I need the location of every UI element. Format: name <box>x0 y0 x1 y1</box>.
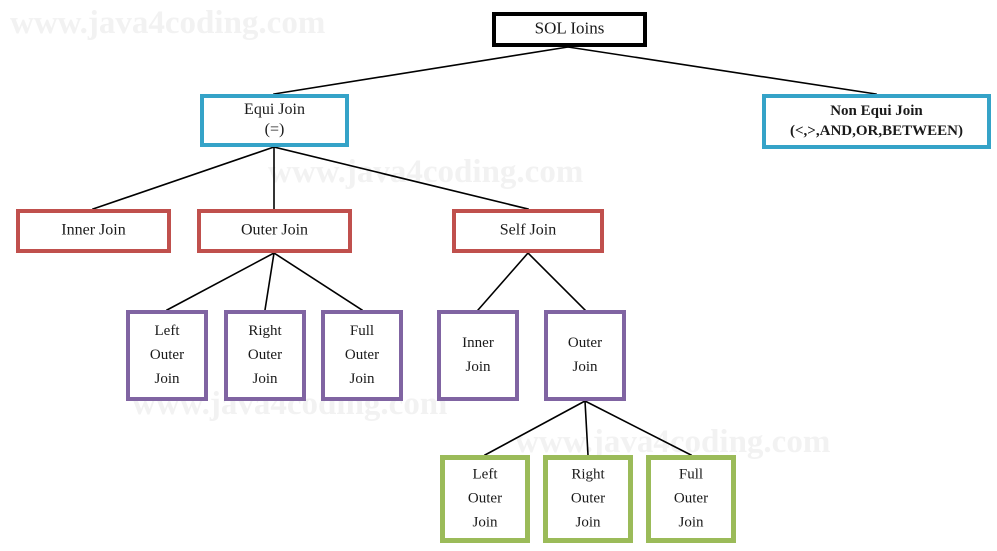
node-label-self-outer-full-outer-join: Full <box>679 466 703 482</box>
node-box-self-inner-join <box>437 310 519 401</box>
node-label-outer-full-outer-join: Outer <box>345 347 379 363</box>
node-label-self-outer-left-outer-join: Outer <box>468 490 502 506</box>
node-sql-joins: SOL Ioins <box>492 12 647 47</box>
node-self-outer-right-outer-join: Right Outer Join <box>543 455 633 543</box>
node-label-outer-left-outer-join: Left <box>155 323 181 339</box>
node-label-self-outer-join: Join <box>572 359 598 375</box>
node-outer-full-outer-join: Full Outer Join <box>321 310 403 401</box>
node-label-outer-right-outer-join: Right <box>248 323 282 339</box>
node-label-outer-full-outer-join: Join <box>349 371 375 387</box>
connector-sql-joins-to-equi-join <box>273 46 569 95</box>
node-label-equi-join: (=) <box>265 121 285 138</box>
node-self-inner-join: Inner Join <box>437 310 519 401</box>
node-label-self-outer-right-outer-join: Join <box>575 514 601 530</box>
diagram-canvas: www.java4coding.comwww.java4coding.comww… <box>10 5 991 543</box>
node-label-self-outer-right-outer-join: Outer <box>571 490 605 506</box>
node-inner-join: Inner Join <box>16 209 171 253</box>
node-label-self-outer-right-outer-join: Right <box>571 466 605 482</box>
node-label-outer-join: Outer Join <box>241 222 308 239</box>
sql-joins-diagram: www.java4coding.com www.java4coding.com ww… <box>0 0 997 551</box>
node-label-sql-joins: SOL Ioins <box>535 18 605 37</box>
connector-self-join-to-self-outer-join <box>526 251 587 312</box>
node-self-outer-left-outer-join: Left Outer Join <box>440 455 530 543</box>
node-label-outer-right-outer-join: Join <box>252 371 278 387</box>
node-outer-left-outer-join: Left Outer Join <box>126 310 208 401</box>
node-label-self-outer-left-outer-join: Join <box>472 514 498 530</box>
node-outer-join: Outer Join <box>197 209 352 253</box>
node-label-outer-left-outer-join: Join <box>154 371 180 387</box>
node-label-outer-full-outer-join: Full <box>350 323 374 339</box>
watermark-text: www.java4coding.com <box>515 424 830 460</box>
node-label-self-join: Self Join <box>500 222 556 239</box>
node-label-outer-left-outer-join: Outer <box>150 347 184 363</box>
connector-outer-join-to-outer-full-outer-join <box>272 251 364 312</box>
node-label-self-outer-join: Outer <box>568 335 602 351</box>
connector-outer-join-to-outer-left-outer-join <box>165 251 276 312</box>
node-label-self-inner-join: Join <box>465 359 491 375</box>
node-label-equi-join: Equi Join <box>244 101 305 118</box>
node-label-self-outer-left-outer-join: Left <box>473 466 499 482</box>
node-label-self-inner-join: Inner <box>462 335 494 351</box>
node-outer-right-outer-join: Right Outer Join <box>224 310 306 401</box>
connector-outer-join-to-outer-right-outer-join <box>264 252 275 311</box>
node-non-equi-join: Non Equi Join (<,>,AND,OR,BETWEEN) <box>762 94 991 149</box>
node-label-non-equi-join: Non Equi Join <box>830 103 923 119</box>
node-label-inner-join: Inner Join <box>61 222 125 239</box>
node-label-self-outer-full-outer-join: Outer <box>674 490 708 506</box>
watermark-text: www.java4coding.com <box>10 5 325 41</box>
connector-self-join-to-self-inner-join <box>476 251 530 312</box>
node-equi-join: Equi Join (=) <box>200 94 349 147</box>
node-label-outer-right-outer-join: Outer <box>248 347 282 363</box>
node-layer: SOL Ioins Equi Join (=) Non Equi Join (<,>,A… <box>16 12 991 543</box>
node-self-outer-full-outer-join: Full Outer Join <box>646 455 736 543</box>
node-self-join: Self Join <box>452 209 604 253</box>
node-box-self-outer-join <box>544 310 626 401</box>
node-label-non-equi-join: (<,>,AND,OR,BETWEEN) <box>790 123 963 139</box>
connector-equi-join-to-inner-join <box>91 145 276 211</box>
node-label-self-outer-full-outer-join: Join <box>678 514 704 530</box>
node-self-outer-join: Outer Join <box>544 310 626 401</box>
connector-sql-joins-to-non-equi-join <box>567 46 877 95</box>
